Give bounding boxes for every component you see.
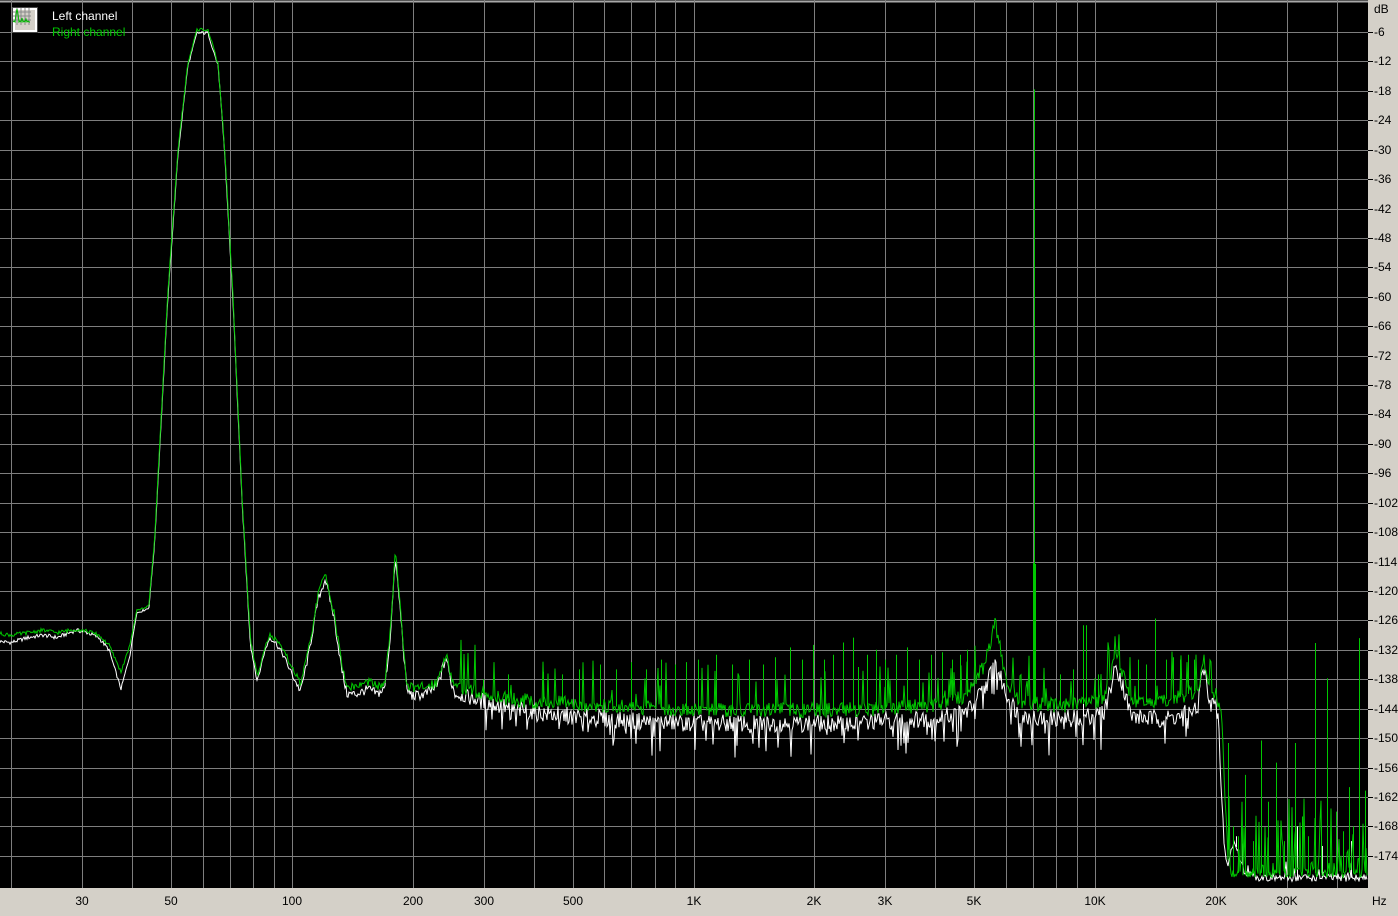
legend-label-left-channel: Left channel <box>52 9 118 23</box>
trace-path-left <box>0 30 1368 883</box>
y-tick-label: -96 <box>1374 466 1392 480</box>
x-tick-label: 3K <box>877 894 893 908</box>
y-tick-label: -42 <box>1374 202 1392 216</box>
spike-lines-left <box>1083 630 1352 878</box>
x-tick-label: 1K <box>686 894 702 908</box>
y-axis-unit-label: dB <box>1374 2 1389 16</box>
x-tick-label: 10K <box>1084 894 1106 908</box>
y-tick-mark <box>1368 91 1373 92</box>
y-tick-mark <box>1368 414 1373 415</box>
legend-label-right-channel: Right channel <box>52 25 126 39</box>
y-tick-label: -78 <box>1374 378 1392 392</box>
y-tick-mark <box>1368 150 1373 151</box>
y-tick-label: -18 <box>1374 84 1392 98</box>
plot-area: Left channel Right channel <box>0 0 1368 888</box>
y-tick-mark <box>1368 179 1373 180</box>
y-tick-label: -150 <box>1374 731 1398 745</box>
y-tick-label: -6 <box>1374 25 1385 39</box>
y-tick-label: -102 <box>1374 496 1398 510</box>
x-tick-label: 20K <box>1205 894 1227 908</box>
x-tick-label: 500 <box>562 894 584 908</box>
y-tick-label: -138 <box>1374 672 1398 686</box>
y-tick-label: -48 <box>1374 231 1392 245</box>
y-tick-mark <box>1368 238 1373 239</box>
y-tick-mark <box>1368 356 1373 357</box>
x-tick-label: 100 <box>281 894 303 908</box>
y-tick-mark <box>1368 473 1373 474</box>
y-tick-label: -36 <box>1374 172 1392 186</box>
y-tick-label: -12 <box>1374 54 1392 68</box>
y-tick-mark <box>1368 856 1373 857</box>
y-tick-mark <box>1368 209 1373 210</box>
y-tick-label: -24 <box>1374 113 1392 127</box>
trace-right-channel <box>0 27 1368 880</box>
trace-left-channel <box>0 30 1368 883</box>
y-tick-mark <box>1368 120 1373 121</box>
y-tick-label: -60 <box>1374 290 1392 304</box>
y-tick-mark <box>1368 709 1373 710</box>
y-tick-mark <box>1368 297 1373 298</box>
y-tick-mark <box>1368 503 1373 504</box>
spectrum-analyzer-window: Left channel Right channel dB -6 -12 -18 -2… <box>0 0 1398 916</box>
x-tick-label: 50 <box>164 894 178 908</box>
y-tick-mark <box>1368 562 1373 563</box>
y-tick-mark <box>1368 591 1373 592</box>
y-tick-mark <box>1368 826 1373 827</box>
spectrum-icon[interactable] <box>12 7 38 33</box>
y-tick-label: -120 <box>1374 584 1398 598</box>
x-tick-label: 2K <box>806 894 822 908</box>
y-tick-mark <box>1368 326 1373 327</box>
y-tick-mark <box>1368 532 1373 533</box>
x-tick-label: 5K <box>966 894 982 908</box>
y-tick-label: -132 <box>1374 643 1398 657</box>
y-tick-label: -114 <box>1374 555 1398 569</box>
y-tick-label: -126 <box>1374 613 1398 627</box>
y-tick-label: -174 <box>1374 849 1398 863</box>
x-tick-label: 300 <box>473 894 495 908</box>
y-tick-label: -72 <box>1374 349 1392 363</box>
y-tick-mark <box>1368 267 1373 268</box>
trace-path-right <box>0 27 1368 880</box>
y-axis-panel: dB -6 -12 -18 -24 -30 -36 -42 -48 -54 -60 -66 -72 -7… <box>1368 0 1398 916</box>
y-tick-label: -108 <box>1374 525 1398 539</box>
y-tick-label: -168 <box>1374 819 1398 833</box>
y-tick-mark <box>1368 444 1373 445</box>
x-axis-unit-label: Hz <box>1372 894 1387 908</box>
y-tick-mark <box>1368 650 1373 651</box>
x-axis-panel: 30 50 100 200 300 500 1K 2K 3K 5K 10K 20K 30K Hz <box>0 888 1398 916</box>
spectrum-chart <box>0 0 1368 888</box>
y-tick-mark <box>1368 679 1373 680</box>
y-tick-mark <box>1368 620 1373 621</box>
x-tick-label: 200 <box>402 894 424 908</box>
y-tick-mark <box>1368 738 1373 739</box>
y-tick-label: -162 <box>1374 790 1398 804</box>
y-tick-label: -84 <box>1374 407 1392 421</box>
y-tick-mark <box>1368 797 1373 798</box>
y-tick-label: -156 <box>1374 761 1398 775</box>
y-tick-mark <box>1368 385 1373 386</box>
y-tick-label: -30 <box>1374 143 1392 157</box>
y-tick-label: -90 <box>1374 437 1392 451</box>
spike-lines-right <box>483 89 1366 873</box>
x-tick-label: 30K <box>1276 894 1298 908</box>
y-tick-label: -66 <box>1374 319 1392 333</box>
x-tick-label: 30 <box>75 894 89 908</box>
y-tick-mark <box>1368 768 1373 769</box>
y-tick-label: -54 <box>1374 260 1392 274</box>
grid-lines <box>0 0 1368 888</box>
y-tick-mark <box>1368 61 1373 62</box>
mini-spectrum-glyph <box>13 8 31 25</box>
y-tick-mark <box>1368 32 1373 33</box>
y-tick-label: -144 <box>1374 702 1398 716</box>
